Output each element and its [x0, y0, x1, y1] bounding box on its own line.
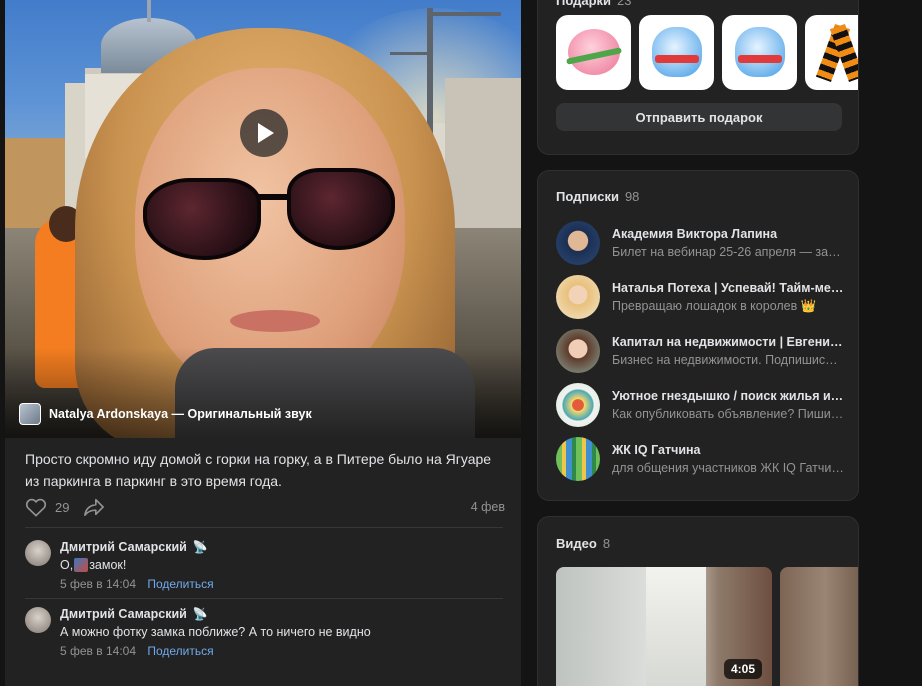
audio-author-avatar [19, 403, 41, 425]
avatar[interactable] [25, 540, 51, 566]
subscriptions-title[interactable]: Подписки 98 [556, 189, 639, 204]
post-date: 4 фев [470, 500, 505, 514]
subscriptions-card: Подписки 98 Академия Виктора Лапина Билет… [537, 170, 859, 501]
comment-text-part: замок! [89, 558, 127, 572]
subscription-item[interactable]: ЖК IQ Гатчина для общения участников ЖК … [556, 437, 846, 483]
subscription-desc: Как опубликовать объявление? Пиши … [612, 407, 844, 421]
subscription-name: Уютное гнездышко / поиск жилья и с… [612, 389, 844, 403]
comment-share-link[interactable]: Поделиться [147, 644, 213, 658]
subscription-item[interactable]: Капитал на недвижимости | Евгения Ф… Биз… [556, 329, 846, 375]
gifts-count: 23 [617, 0, 632, 8]
subscription-desc: Бизнес на недвижимости. Подпишись… [612, 353, 844, 367]
cat-gift-icon[interactable] [722, 15, 797, 90]
ribbon-gift-icon[interactable] [805, 15, 858, 90]
video-thumbnail[interactable] [780, 567, 858, 686]
subscription-desc: для общения участников ЖК IQ Гатчина [612, 461, 844, 475]
like-count: 29 [55, 499, 70, 515]
videos-title-text: Видео [556, 536, 597, 551]
video-duration-wrap: 4:05 [724, 659, 763, 679]
avatar [556, 221, 600, 265]
comment-text: О, замок! [60, 558, 126, 572]
comments-divider [25, 527, 503, 528]
gifts-title-text: Подарки [556, 0, 612, 8]
avatar [556, 329, 600, 373]
subscription-name: Наталья Потеха | Успевай! Тайм-мене… [612, 281, 844, 295]
video-duration: 4:05 [724, 659, 763, 679]
post-actions: 29 4 фев [25, 496, 505, 518]
comment-meta: 5 фев в 14:04 Поделиться [60, 644, 214, 658]
play-icon [258, 123, 274, 143]
post-text: Просто скромно иду домой с горки на горк… [25, 451, 492, 489]
subscription-item[interactable]: Академия Виктора Лапина Билет на вебинар… [556, 221, 846, 267]
subscriptions-title-text: Подписки [556, 189, 619, 204]
like-button[interactable]: 29 [25, 497, 69, 517]
subscription-item[interactable]: Уютное гнездышко / поиск жилья и с… Как … [556, 383, 846, 429]
subscription-name: Капитал на недвижимости | Евгения Ф… [612, 335, 844, 349]
post-card: Natalya Ardonskaya — Оригинальный звук П… [5, 0, 521, 686]
subscription-desc: Билет на вебинар 25-26 апреля — забе… [612, 245, 844, 259]
share-arrow-icon [84, 498, 105, 516]
gifts-card: Подарки 23 Отправить подарок [537, 0, 859, 155]
comment-meta: 5 фев в 14:04 Поделиться [60, 577, 214, 591]
comment-text-part: О, [60, 558, 74, 572]
gifts-row [556, 15, 858, 90]
satellite-dish-icon: 📡 [192, 607, 208, 621]
share-button[interactable] [83, 497, 105, 517]
comment-time[interactable]: 5 фев в 14:04 [60, 577, 136, 591]
cat-gift-icon[interactable] [639, 15, 714, 90]
videos-title[interactable]: Видео 8 [556, 536, 610, 551]
comment-time[interactable]: 5 фев в 14:04 [60, 644, 136, 658]
pig-gift-icon[interactable] [556, 15, 631, 90]
videos-card: Видео 8 4:05 [537, 516, 859, 686]
subscription-name: Академия Виктора Лапина [612, 227, 778, 241]
play-button[interactable] [240, 109, 288, 157]
comment-text-part: А можно фотку замка поближе? А то ничего… [60, 625, 371, 639]
subscriptions-count: 98 [624, 189, 640, 204]
send-gift-button[interactable]: Отправить подарок [556, 103, 842, 131]
comment-author[interactable]: Дмитрий Самарский [60, 607, 187, 621]
avatar [556, 275, 600, 319]
subscription-item[interactable]: Наталья Потеха | Успевай! Тайм-мене… Пре… [556, 275, 846, 321]
avatar [556, 437, 600, 481]
avatar [556, 383, 600, 427]
audio-credit[interactable]: Natalya Ardonskaya — Оригинальный звук [19, 403, 312, 425]
subscription-name: ЖК IQ Гатчина [612, 443, 701, 457]
gifts-title[interactable]: Подарки 23 [556, 0, 632, 8]
satellite-dish-icon: 📡 [192, 540, 208, 554]
video-preview[interactable]: Natalya Ardonskaya — Оригинальный звук [5, 0, 521, 438]
avatar[interactable] [25, 607, 51, 633]
audio-credit-text: Natalya Ardonskaya — Оригинальный звук [49, 407, 312, 421]
videos-count: 8 [602, 536, 611, 551]
castle-emoji-icon [74, 558, 89, 572]
comment-share-link[interactable]: Поделиться [147, 577, 213, 591]
comment-text: А можно фотку замка поближе? А то ничего… [60, 625, 371, 639]
comments-divider [25, 598, 503, 599]
comment-author[interactable]: Дмитрий Самарский [60, 540, 187, 554]
heart-icon [25, 498, 47, 517]
subscription-desc: Превращаю лошадок в королев 👑 [612, 299, 817, 313]
